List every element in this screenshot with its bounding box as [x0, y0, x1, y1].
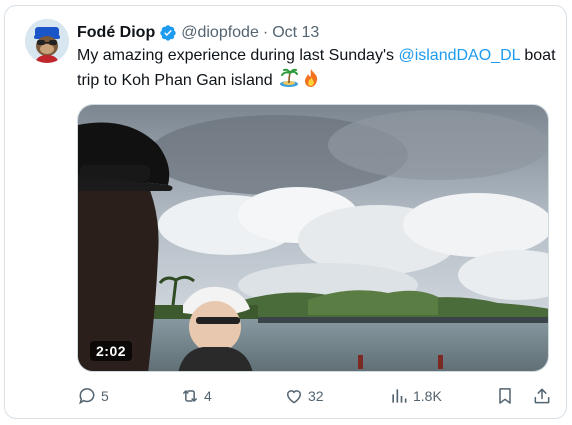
analytics-icon	[389, 386, 409, 406]
like-button[interactable]: 32	[284, 384, 324, 408]
views-count: 1.8K	[413, 388, 442, 404]
mention-link[interactable]: @islandDAO_DL	[398, 47, 519, 64]
separator-dot: ·	[262, 24, 269, 41]
tweet-card[interactable]: Fodé Diop @diopfode · Oct 13 My amazing …	[4, 5, 567, 419]
avatar[interactable]	[25, 19, 69, 63]
bookmark-button[interactable]	[495, 384, 515, 408]
desert-island-emoji	[279, 68, 299, 96]
verified-badge-icon[interactable]	[159, 24, 177, 42]
like-count: 32	[308, 388, 324, 404]
fire-emoji	[301, 68, 321, 96]
share-button[interactable]	[532, 384, 552, 408]
tweet-header: Fodé Diop @diopfode · Oct 13	[77, 22, 319, 44]
tweet-text: My amazing experience during last Sunday…	[77, 44, 557, 96]
reply-icon	[77, 386, 97, 406]
avatar-image	[25, 19, 69, 63]
author-handle[interactable]: @diopfode	[181, 24, 259, 42]
views-button[interactable]: 1.8K	[389, 384, 442, 408]
tweet-date[interactable]: Oct 13	[272, 24, 319, 42]
reply-count: 5	[101, 388, 109, 404]
bookmark-icon	[495, 386, 515, 406]
heart-icon	[284, 386, 304, 406]
video-duration: 2:02	[90, 341, 133, 361]
video-thumbnail	[78, 105, 548, 371]
video-player[interactable]: 2:02	[77, 104, 549, 372]
retweet-icon	[180, 386, 200, 406]
tweet-text-part1: My amazing experience during last Sunday…	[77, 47, 399, 64]
share-icon	[532, 386, 552, 406]
tweet-actions: 5 4 32 1.8K	[77, 384, 555, 408]
retweet-button[interactable]: 4	[180, 384, 212, 408]
retweet-count: 4	[204, 388, 212, 404]
author-name[interactable]: Fodé Diop	[77, 24, 155, 42]
reply-button[interactable]: 5	[77, 384, 109, 408]
